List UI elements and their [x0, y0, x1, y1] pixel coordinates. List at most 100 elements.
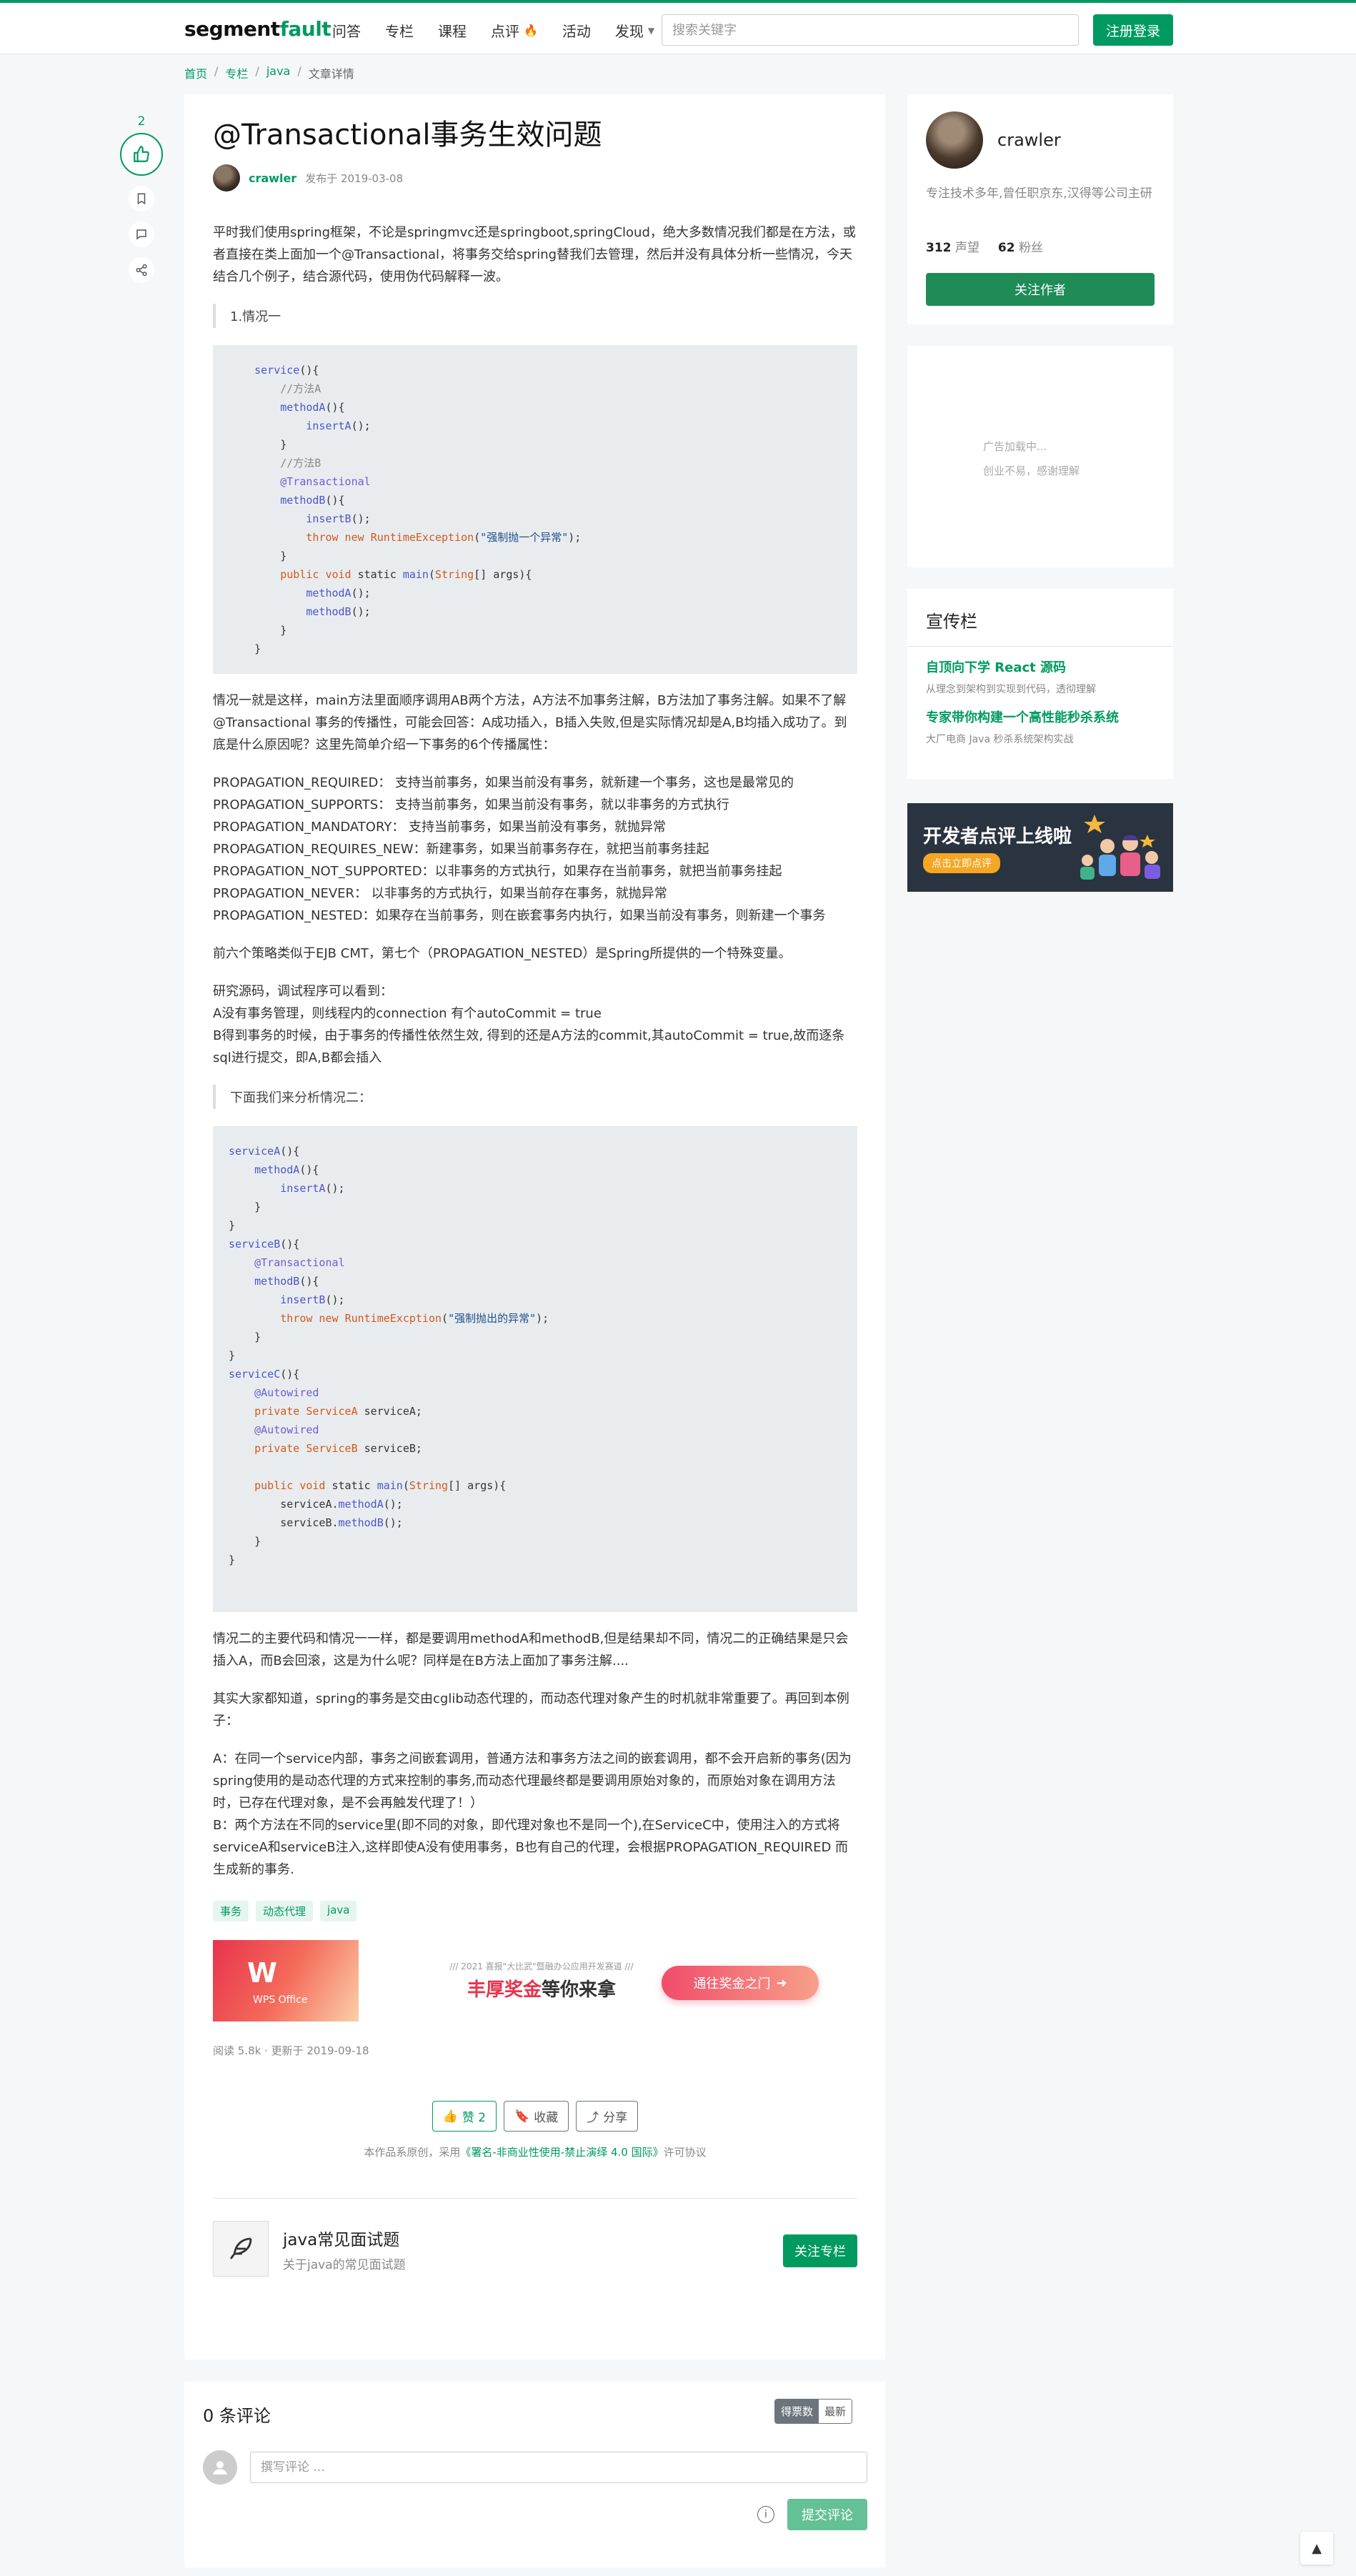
sort-by-newest-button[interactable]: 最新: [819, 2400, 852, 2423]
wps-ad-banner[interactable]: W WPS Office /// 2021 喜报"大比武"暨融办公应用开发赛道 …: [213, 1940, 857, 2021]
blockquote-case-one: 1.情况一: [213, 304, 857, 328]
author-name[interactable]: crawler: [997, 130, 1061, 150]
breadcrumb-current: 文章详情: [308, 67, 354, 81]
nav-item-review[interactable]: 点评 🔥: [491, 20, 538, 41]
propagation-item: PROPAGATION_NESTED：如果存在当前事务，则在嵌套事务内执行，如果…: [213, 908, 826, 923]
comment-button[interactable]: [129, 222, 154, 247]
info-icon[interactable]: i: [757, 2506, 774, 2523]
share-icon: ⤴: [587, 2111, 599, 2125]
article-card: @Transactional事务生效问题 crawler 发布于 2019-03…: [184, 94, 885, 2359]
fire-icon: 🔥: [524, 24, 538, 37]
favorite-button[interactable]: 🔖 收藏: [504, 2101, 569, 2132]
comment-input[interactable]: [250, 2452, 867, 2483]
author-stats: 312 声望 62 粉丝: [926, 237, 1043, 255]
wps-brand: WPS Office: [253, 1994, 308, 2006]
article-stats: 阅读 5.8k · 更新于 2019-09-18: [213, 2044, 369, 2057]
propagation-item: PROPAGATION_NEVER： 以非事务的方式执行，如果当前存在事务，就抛…: [213, 886, 667, 901]
like-button[interactable]: [120, 133, 163, 176]
license-link[interactable]: 《署名-非商业性使用-禁止演绎 4.0 国际》: [460, 2146, 663, 2159]
ad-loading-text: 广告加载中...: [983, 440, 1047, 453]
share-button[interactable]: [129, 257, 154, 283]
promo-item-desc: 从理念到架构到实现到代码，透彻理解: [926, 684, 1096, 695]
paragraph-cglib: 其实大家都知道，spring的事务是交由cglib动态代理的，而动态代理对象产生…: [213, 1691, 849, 1729]
search-input[interactable]: [662, 14, 1079, 46]
nav-item-qa[interactable]: 问答: [332, 20, 361, 41]
ad-headline: 丰厚奖金等你来拿: [467, 1979, 617, 2001]
author-description: 专注技术多年,曾任职京东,汉得等公司主研: [926, 187, 1152, 201]
blockquote-case-two: 下面我们来分析情况二：: [213, 1085, 857, 1109]
divider: [907, 646, 1173, 647]
share-icon: [136, 264, 147, 277]
conclusion-b: B：两个方法在不同的service里(即不同的对象，即代理对象也不是同一个),在…: [213, 1818, 849, 1877]
ad-copy: /// 2021 喜报"大比武"暨融办公应用开发赛道 /// 丰厚奖金等你来拿: [427, 1960, 656, 2001]
feather-icon: [213, 2221, 269, 2277]
column-desc: 关于java的常见面试题: [283, 2257, 406, 2272]
article-body: @Transactional事务生效问题 crawler 发布于 2019-03…: [213, 116, 857, 2277]
register-login-button[interactable]: 注册登录: [1093, 14, 1173, 46]
caret-down-icon: ▼: [647, 25, 655, 36]
tag-dynamic-proxy[interactable]: 动态代理: [256, 1901, 314, 1921]
propagation-item: PROPAGATION_REQUIRED： 支持当前事务，如果当前没有事务，就新…: [213, 775, 794, 790]
propagation-item: PROPAGATION_REQUIRES_NEW：新建事务，如果当前事务存在，就…: [213, 842, 709, 857]
breadcrumb-column[interactable]: 专栏: [225, 64, 248, 81]
ad-subtitle: /// 2021 喜报"大比武"暨融办公应用开发赛道 ///: [449, 1961, 634, 1971]
arrow-right-icon: ➜: [776, 1975, 787, 1991]
paragraph-ejb: 前六个策略类似于EJB CMT，第七个（PROPAGATION_NESTED）是…: [213, 946, 792, 961]
divider: [213, 2198, 857, 2199]
paragraph-conclusion: A：在同一个service内部，事务之间嵌套调用，普通方法和事务方法之间的嵌套调…: [213, 1748, 857, 1881]
fans-stat: 62 粉丝: [997, 241, 1043, 255]
author-avatar-large[interactable]: [926, 111, 983, 169]
promo-item[interactable]: 专家带你构建一个高性能秒杀系统 大厂电商 Java 秒杀系统架构实战: [926, 707, 1119, 746]
dev-review-banner[interactable]: 开发者点评上线啦 点击立即点评: [907, 803, 1173, 892]
propagation-item: PROPAGATION_SUPPORTS： 支持当前事务，如果当前没有事务，就以…: [213, 797, 729, 812]
breadcrumb-java[interactable]: java: [266, 64, 291, 81]
ad-placeholder-card: 广告加载中... 创业不易，感谢理解: [907, 346, 1173, 567]
nav-item-discover-label: 发现: [614, 23, 644, 40]
right-sidebar: crawler 专注技术多年,曾任职京东,汉得等公司主研 312 声望 62 粉…: [907, 94, 1173, 892]
reputation-stat: 312 声望: [926, 241, 979, 255]
nav-item-discover[interactable]: 发现 ▼: [615, 20, 654, 41]
article-actions: 👍 赞 2 🔖 收藏 ⤴ 分享: [213, 2101, 857, 2132]
author-avatar[interactable]: [213, 164, 240, 192]
share-button-bottom[interactable]: ⤴ 分享: [576, 2101, 639, 2132]
user-avatar-icon: [203, 2450, 237, 2485]
breadcrumb-separator: /: [297, 64, 301, 78]
breadcrumb-home[interactable]: 首页: [184, 64, 207, 81]
like-button-bottom[interactable]: 👍 赞 2: [432, 2101, 497, 2132]
paragraph-case-two: 情况二的主要代码和情况一一样，都是要调用methodA和methodB,但是结果…: [213, 1631, 849, 1669]
follow-column-button[interactable]: 关注专栏: [783, 2234, 857, 2267]
column-box: java常见面试题 关于java的常见面试题 关注专栏: [213, 2220, 857, 2277]
debug-line: A没有事务管理，则线程内的connection 有个autoCommit = t…: [213, 1006, 602, 1021]
sort-by-votes-button[interactable]: 得票数: [775, 2400, 819, 2423]
back-to-top-button[interactable]: ▲: [1300, 2532, 1333, 2565]
promo-item-title[interactable]: 自顶向下学 React 源码: [926, 657, 1096, 676]
follow-author-button[interactable]: 关注作者: [926, 273, 1155, 306]
comments-card: 0 条评论 得票数 最新 i 提交评论: [184, 2382, 885, 2567]
tag-java[interactable]: java: [320, 1901, 357, 1921]
paragraph-debug: 研究源码，调试程序可以看到： A没有事务管理，则线程内的connection 有…: [213, 980, 857, 1069]
bookmark-button[interactable]: [129, 186, 154, 212]
ad-note-text: 创业不易，感谢理解: [983, 464, 1080, 477]
promo-item-desc: 大厂电商 Java 秒杀系统架构实战: [926, 734, 1074, 745]
promo-card: 宣传栏 自顶向下学 React 源码 从理念到架构到实现到代码，透彻理解 专家带…: [907, 589, 1173, 779]
ad-cta-button[interactable]: 通往奖金之门 ➜: [662, 1966, 819, 2000]
tag-transaction[interactable]: 事务: [213, 1901, 249, 1921]
nav-item-events[interactable]: 活动: [562, 20, 591, 41]
publish-date: 发布于 2019-03-08: [305, 171, 404, 185]
site-logo[interactable]: segmentfault: [184, 17, 331, 41]
main-nav: 问答 专栏 课程 点评 🔥 活动 发现 ▼: [332, 20, 654, 41]
banner-button[interactable]: 点击立即点评: [923, 853, 1000, 873]
column-title[interactable]: java常见面试题: [283, 2226, 406, 2250]
nav-item-review-label: 点评: [491, 23, 519, 40]
submit-comment-button[interactable]: 提交评论: [787, 2499, 867, 2530]
propagation-item: PROPAGATION_MANDATORY： 支持当前事务，如果当前没有事务，就…: [213, 820, 667, 835]
nav-item-course[interactable]: 课程: [438, 20, 467, 41]
promo-item-title[interactable]: 专家带你构建一个高性能秒杀系统: [926, 707, 1119, 726]
comment-icon: [136, 229, 146, 240]
article-side-actions: 2: [120, 114, 163, 283]
propagation-item: PROPAGATION_NOT_SUPPORTED：以非事务的方式执行，如果存在…: [213, 864, 782, 879]
nav-item-column[interactable]: 专栏: [385, 20, 414, 41]
author-link[interactable]: crawler: [249, 171, 296, 185]
promo-item[interactable]: 自顶向下学 React 源码 从理念到架构到实现到代码，透彻理解: [926, 657, 1096, 696]
debug-line: B得到事务的时候，由于事务的传播性依然生效, 得到的还是A方法的commit,其…: [213, 1028, 845, 1065]
